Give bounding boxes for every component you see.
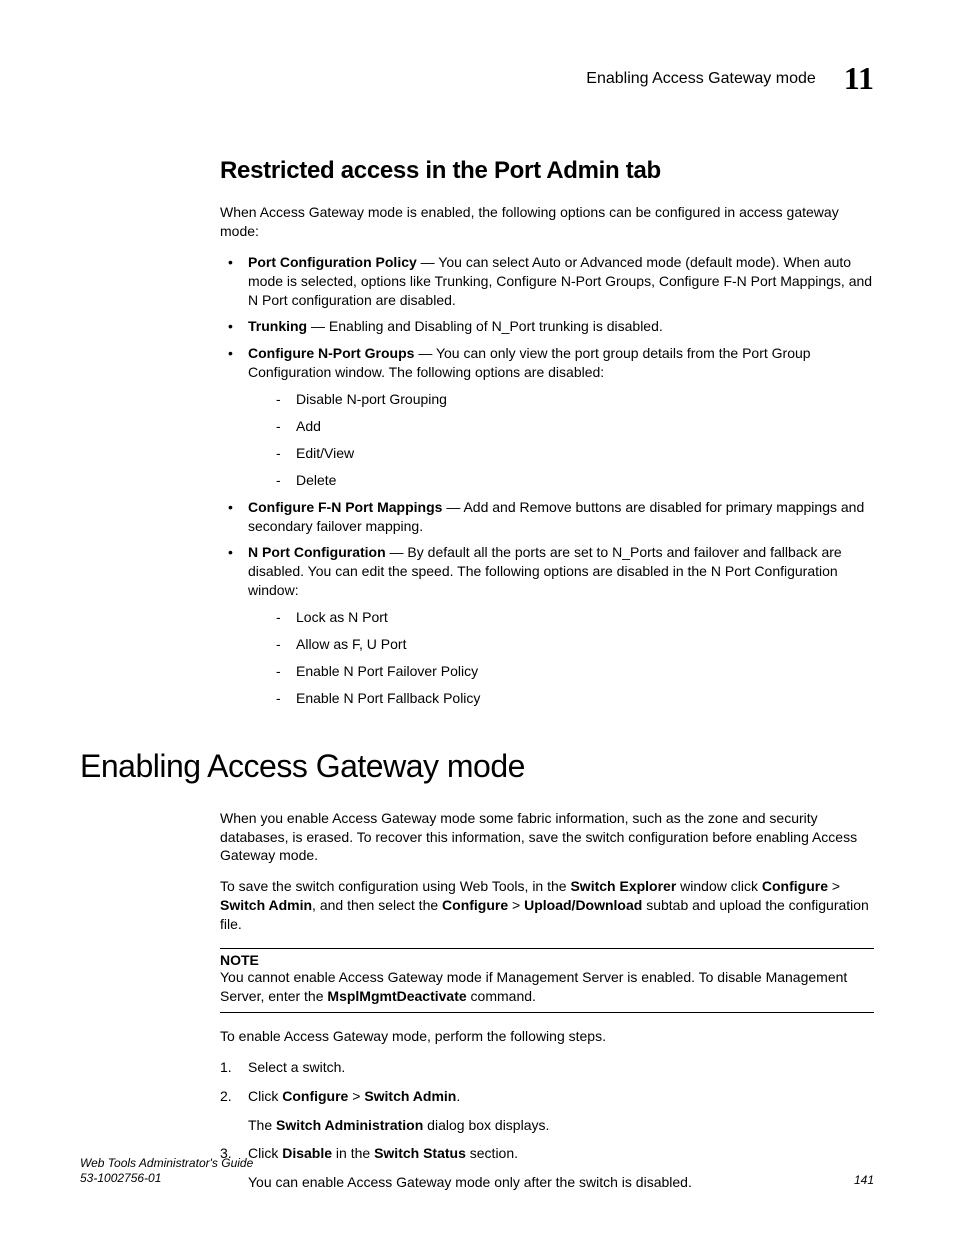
sub-item: Enable N Port Fallback Policy (248, 689, 874, 708)
text: > (828, 878, 840, 894)
desc: — Enabling and Disabling of N_Port trunk… (307, 318, 663, 334)
section-heading-restricted-access: Restricted access in the Port Admin tab (220, 157, 874, 185)
sub-item: Edit/View (248, 444, 874, 463)
header-title: Enabling Access Gateway mode (586, 70, 815, 88)
term: Configure N-Port Groups (248, 345, 414, 361)
page-footer: Web Tools Administrator's Guide 53-10027… (80, 1156, 874, 1187)
term: Switch Admin (364, 1088, 456, 1104)
sub-item: Lock as N Port (248, 608, 874, 627)
note-block: NOTE You cannot enable Access Gateway mo… (220, 948, 874, 1013)
text: command. (467, 988, 536, 1004)
page-header: Enabling Access Gateway mode 11 (80, 60, 874, 97)
step-1: Select a switch. (220, 1058, 874, 1077)
paragraph: To save the switch configuration using W… (220, 877, 874, 934)
text: dialog box displays. (423, 1117, 549, 1133)
bullet-configure-nport-groups: Configure N-Port Groups — You can only v… (220, 344, 874, 489)
text: . (456, 1088, 460, 1104)
term: Switch Admin (220, 897, 312, 913)
text: window click (676, 878, 762, 894)
term: Switch Explorer (570, 878, 676, 894)
section-heading-enabling-ag-mode: Enabling Access Gateway mode (80, 748, 874, 785)
note-body: You cannot enable Access Gateway mode if… (220, 968, 874, 1013)
term: Upload/Download (524, 897, 642, 913)
content-block-1: Restricted access in the Port Admin tab … (220, 157, 874, 708)
bullet-nport-configuration: N Port Configuration — By default all th… (220, 543, 874, 707)
term: Configure (282, 1088, 348, 1104)
command: MsplMgmtDeactivate (327, 988, 466, 1004)
guide-title: Web Tools Administrator's Guide (80, 1156, 253, 1172)
step-sub: The Switch Administration dialog box dis… (248, 1116, 874, 1135)
term: N Port Configuration (248, 544, 386, 560)
text: , and then select the (312, 897, 442, 913)
intro-paragraph: When Access Gateway mode is enabled, the… (220, 203, 874, 241)
content-block-2: When you enable Access Gateway mode some… (220, 809, 874, 1192)
sub-item: Enable N Port Failover Policy (248, 662, 874, 681)
sub-item: Delete (248, 471, 874, 490)
note-label: NOTE (220, 948, 874, 968)
text: > (508, 897, 524, 913)
sub-item: Disable N-port Grouping (248, 390, 874, 409)
bullet-list: Port Configuration Policy — You can sele… (220, 253, 874, 708)
term: Port Configuration Policy (248, 254, 417, 270)
sub-item: Add (248, 417, 874, 436)
sub-list: Lock as N Port Allow as F, U Port Enable… (248, 608, 874, 708)
chapter-number: 11 (844, 60, 874, 97)
paragraph: To enable Access Gateway mode, perform t… (220, 1027, 874, 1046)
page-number: 141 (854, 1173, 874, 1187)
term: Configure (442, 897, 508, 913)
term: Switch Administration (276, 1117, 423, 1133)
term: Trunking (248, 318, 307, 334)
text: The (248, 1117, 276, 1133)
footer-left: Web Tools Administrator's Guide 53-10027… (80, 1156, 253, 1187)
term: Configure (762, 878, 828, 894)
bullet-port-config-policy: Port Configuration Policy — You can sele… (220, 253, 874, 310)
text: Click (248, 1088, 282, 1104)
step-2: Click Configure > Switch Admin. The Swit… (220, 1087, 874, 1135)
sub-list: Disable N-port Grouping Add Edit/View De… (248, 390, 874, 490)
paragraph: When you enable Access Gateway mode some… (220, 809, 874, 866)
doc-number: 53-1002756-01 (80, 1171, 253, 1187)
term: Configure F-N Port Mappings (248, 499, 442, 515)
sub-item: Allow as F, U Port (248, 635, 874, 654)
bullet-trunking: Trunking — Enabling and Disabling of N_P… (220, 317, 874, 336)
text: > (348, 1088, 364, 1104)
text: To save the switch configuration using W… (220, 878, 570, 894)
bullet-configure-fn-port-mappings: Configure F-N Port Mappings — Add and Re… (220, 498, 874, 536)
